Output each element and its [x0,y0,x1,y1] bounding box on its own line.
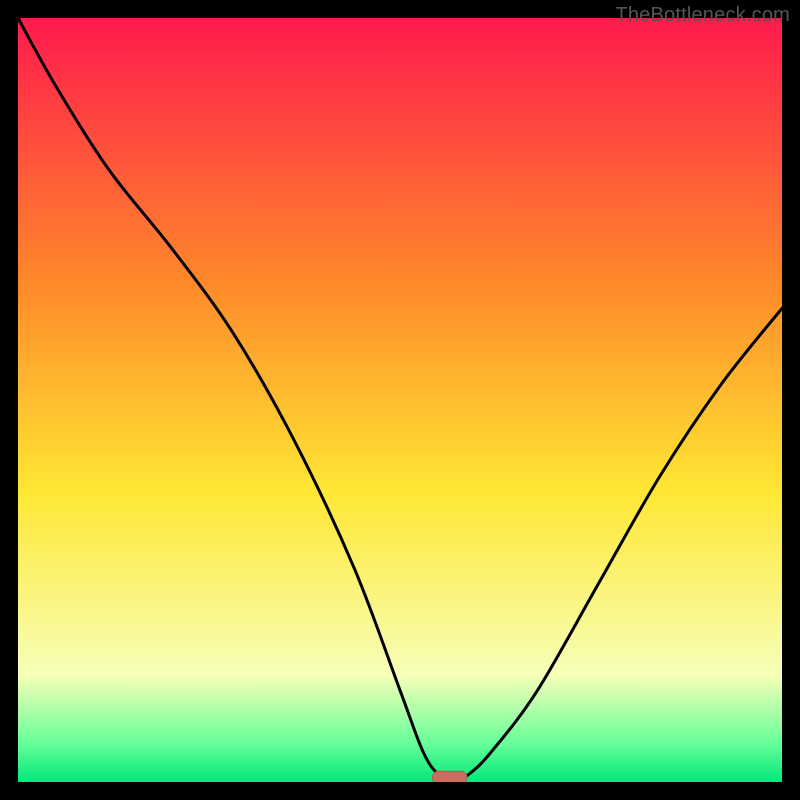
plot-area [18,18,782,782]
gradient-background [18,18,782,782]
optimal-marker [432,771,466,782]
bottleneck-chart [18,18,782,782]
chart-frame: TheBottleneck.com [0,0,800,800]
watermark-text: TheBottleneck.com [615,4,790,27]
